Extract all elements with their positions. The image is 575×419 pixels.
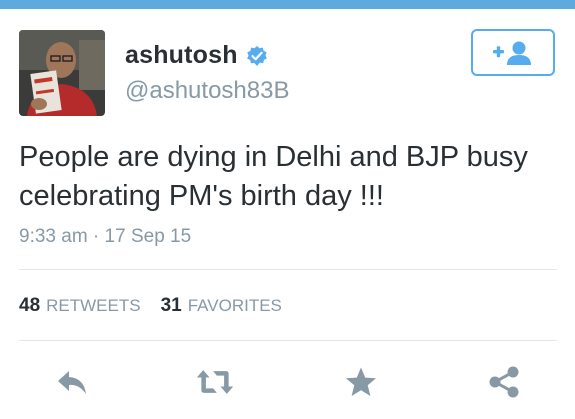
favorites-label: FAVORITES — [187, 296, 282, 315]
share-icon — [489, 366, 519, 398]
top-bar — [0, 0, 575, 9]
avatar[interactable] — [19, 30, 105, 116]
user-handle[interactable]: @ashutosh83B — [125, 77, 289, 105]
reply-icon — [58, 371, 86, 394]
reply-button[interactable] — [52, 365, 92, 399]
retweet-button[interactable] — [195, 365, 235, 399]
tweet-stats: 48 RETWEETS 31 FAVORITES — [19, 295, 302, 317]
favorite-button[interactable] — [341, 365, 381, 399]
retweets-count: 48 — [19, 295, 41, 316]
retweets-stat[interactable]: 48 RETWEETS — [19, 295, 141, 317]
display-name[interactable]: ashutosh — [125, 41, 238, 70]
retweet-icon — [196, 370, 234, 394]
favorites-stat[interactable]: 31 FAVORITES — [161, 295, 282, 317]
divider — [19, 269, 557, 270]
retweets-label: RETWEETS — [46, 296, 141, 315]
follow-button[interactable] — [471, 29, 555, 76]
share-button[interactable] — [484, 365, 524, 399]
verified-badge-icon — [246, 45, 268, 67]
tweet-text: People are dying in Delhi and BJP busy c… — [19, 141, 528, 212]
tweet-actions — [0, 365, 575, 399]
favorites-count: 31 — [160, 295, 182, 316]
tweet-timestamp[interactable]: 9:33 am · 17 Sep 15 — [19, 226, 191, 248]
star-icon — [346, 367, 376, 396]
add-user-icon — [493, 41, 531, 65]
divider — [19, 340, 557, 341]
